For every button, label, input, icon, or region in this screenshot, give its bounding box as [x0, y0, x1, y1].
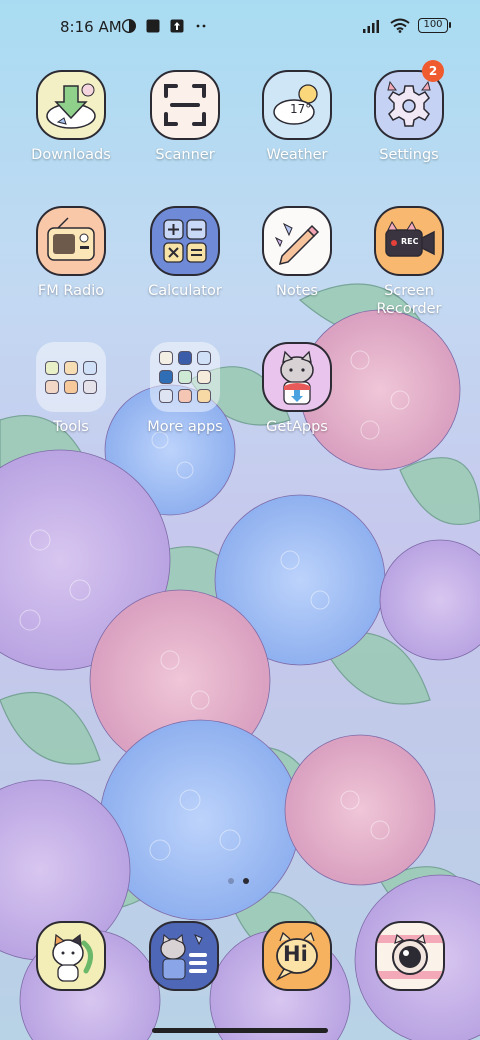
mini-app-icon — [159, 351, 173, 365]
getapps-icon — [262, 342, 332, 412]
app-calculator[interactable]: Calculator — [130, 206, 240, 300]
app-label: Weather — [266, 147, 328, 163]
tools-folder-icon — [36, 342, 106, 412]
mini-app-icon — [64, 379, 78, 394]
folder-tools[interactable]: Tools — [16, 342, 126, 436]
app-label: GetApps — [266, 419, 328, 435]
phone-cat-icon — [52, 933, 93, 982]
downloads-icon — [36, 70, 106, 140]
page-dot[interactable] — [228, 878, 234, 884]
page-dot-active[interactable] — [243, 878, 249, 884]
app-scanner[interactable]: Scanner — [130, 70, 240, 164]
camera-icon — [377, 933, 443, 979]
mini-app-icon — [45, 360, 59, 375]
weather-temperature: 17° — [290, 102, 312, 116]
app-label: More apps — [147, 419, 223, 435]
wifi-icon — [390, 18, 410, 33]
mini-app-icon — [45, 379, 59, 394]
app-label: FM Radio — [37, 283, 105, 299]
mini-app-icon — [178, 389, 192, 403]
app-label: Calculator — [148, 283, 222, 299]
page-indicator[interactable] — [228, 878, 249, 884]
app-label: Downloads — [31, 147, 111, 163]
notification-badge: 2 — [422, 60, 444, 82]
more-notifications-icon — [196, 24, 206, 28]
more-apps-folder-icon — [150, 342, 220, 412]
app-settings[interactable]: 2 Settings — [354, 60, 464, 164]
battery-indicator: 100 — [418, 18, 451, 33]
weather-icon: 17° — [262, 70, 332, 140]
app-getapps[interactable]: GetApps — [242, 342, 352, 436]
dock-messages-app[interactable] — [149, 921, 219, 991]
app-label: Tools — [53, 419, 89, 435]
chat-hi-text: Hi — [283, 942, 308, 966]
dock-chat-app[interactable]: Hi — [262, 921, 332, 991]
status-bar: 8:16 AM 100 — [0, 14, 480, 42]
mini-app-icon — [197, 370, 211, 384]
mini-app-icon — [197, 389, 211, 403]
app-notification-icon — [146, 19, 160, 33]
scanner-icon — [150, 70, 220, 140]
app-label: Screen Recorder — [376, 283, 442, 317]
mini-app-icon — [178, 351, 192, 365]
notification-icons — [122, 19, 208, 33]
messages-cat-icon — [160, 934, 207, 980]
status-time: 8:16 AM — [60, 18, 122, 36]
mini-app-icon — [159, 370, 173, 384]
calculator-icon — [150, 206, 220, 276]
mini-app-icon — [64, 360, 78, 375]
app-screen-recorder[interactable]: REC Screen Recorder — [354, 206, 464, 318]
screen-recorder-icon: REC — [374, 206, 444, 276]
mini-app-icon — [178, 370, 192, 384]
app-weather[interactable]: 17° Weather — [242, 70, 352, 164]
mini-app-icon — [197, 351, 211, 365]
data-saver-icon — [122, 19, 136, 33]
app-fm-radio[interactable]: FM Radio — [16, 206, 126, 300]
upload-notification-icon — [170, 19, 184, 33]
app-label: Scanner — [155, 147, 215, 163]
notes-icon — [262, 206, 332, 276]
fm-radio-icon — [36, 206, 106, 276]
dock-phone-app[interactable] — [36, 921, 106, 991]
app-notes[interactable]: Notes — [242, 206, 352, 300]
system-status-icons: 100 — [362, 18, 451, 33]
mini-app-icon — [83, 379, 97, 394]
folder-more-apps[interactable]: More apps — [130, 342, 240, 436]
home-indicator-bar[interactable] — [152, 1028, 328, 1033]
app-label: Notes — [276, 283, 318, 299]
signal-icon — [363, 19, 379, 33]
mini-app-icon — [159, 389, 173, 403]
app-downloads[interactable]: Downloads — [16, 70, 126, 164]
mini-app-icon — [83, 360, 97, 375]
app-label: Settings — [379, 147, 439, 163]
dock-camera-app[interactable] — [375, 921, 445, 991]
rec-label: REC — [401, 237, 419, 246]
